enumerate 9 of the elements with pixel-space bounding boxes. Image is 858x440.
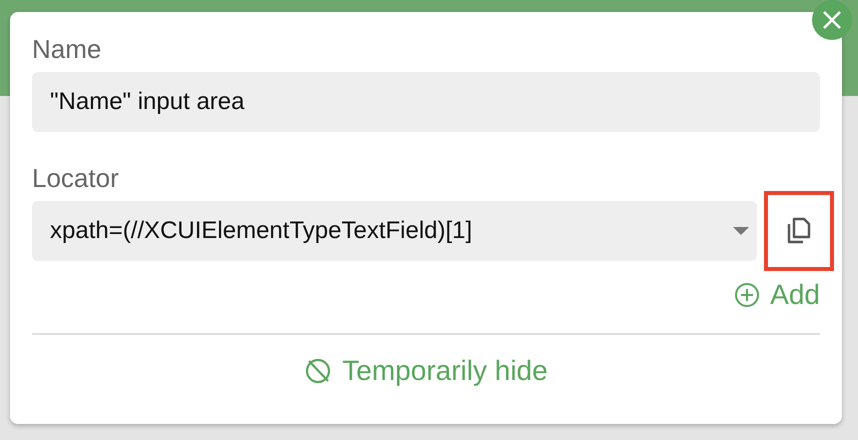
close-icon <box>821 9 843 31</box>
locator-dropdown[interactable]: xpath=(//XCUIElementTypeTextField)[1] <box>32 201 757 261</box>
copy-icon <box>785 216 813 246</box>
field-label: Locator <box>32 163 120 193</box>
copy-button[interactable] <box>764 191 834 271</box>
field-label: Name <box>32 34 102 64</box>
caret-icon <box>733 227 749 235</box>
plus-circle-icon <box>734 282 760 308</box>
name-input-field[interactable]: "Name" input area <box>32 72 820 132</box>
